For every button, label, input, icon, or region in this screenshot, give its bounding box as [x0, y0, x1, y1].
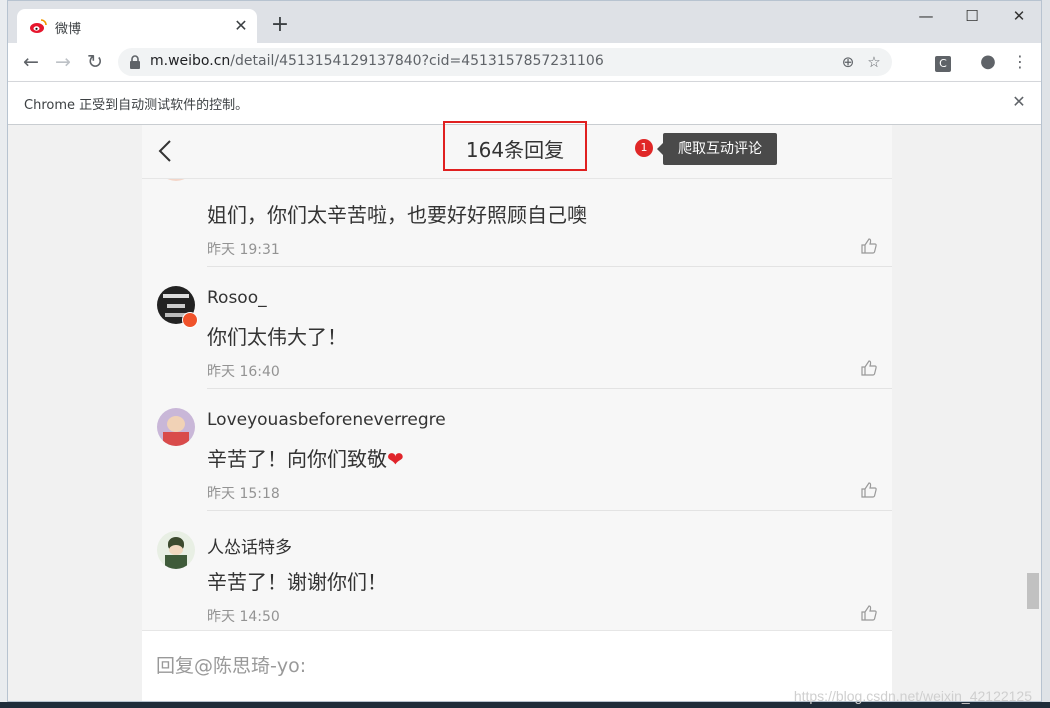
comment-text: 辛苦了！谢谢你们！ — [207, 570, 387, 594]
browser-window: 微博 ✕ + — ☐ ✕ ← → ↻ m.weibo.cn/detail/451… — [7, 0, 1042, 702]
infobar-close-icon[interactable]: ✕ — [1009, 92, 1029, 112]
url-host: m.weibo.cn — [150, 53, 231, 69]
comment-time: 昨天 16:40 — [207, 364, 280, 380]
comment-time: 昨天 15:18 — [207, 486, 280, 502]
url-text: m.weibo.cn/detail/4513154129137840?cid=4… — [150, 53, 604, 69]
like-thumb-icon[interactable] — [860, 604, 878, 622]
scrollbar[interactable] — [1024, 125, 1041, 701]
watermark-text: https://blog.csdn.net/weixin_42122125 — [793, 688, 1032, 704]
page-viewport: 164条回复 1 爬取互动评论 姐们，你们太辛苦啦，也要好好照顾自己噢 昨天 1… — [8, 121, 1041, 701]
tab-weibo[interactable]: 微博 ✕ — [17, 9, 257, 43]
like-thumb-icon[interactable] — [860, 237, 878, 255]
menu-dots-icon[interactable]: ⋮ — [1010, 52, 1030, 72]
reload-icon[interactable]: ↻ — [84, 51, 106, 73]
automation-infobar: Chrome 正受到自动测试软件的控制。 ✕ — [8, 82, 1041, 125]
page-title: 164条回复 — [465, 138, 565, 162]
tab-strip: 微博 ✕ + — ☐ ✕ — [8, 1, 1041, 43]
avatar[interactable] — [157, 408, 195, 446]
weibo-logo-icon — [30, 19, 47, 33]
list-item: Loveyouasbeforeneverregre 辛苦了！向你们致敬❤ 昨天 … — [142, 389, 892, 511]
back-arrow-icon[interactable]: ← — [20, 51, 42, 73]
maximize-button[interactable]: ☐ — [949, 5, 995, 27]
scroll-thumb[interactable] — [1027, 573, 1039, 609]
comment-text-body: 辛苦了！向你们致敬 — [207, 447, 387, 471]
comment-text: 你们太伟大了！ — [207, 325, 347, 349]
lock-icon — [130, 55, 140, 69]
infobar-message: Chrome 正受到自动测试软件的控制。 — [24, 98, 249, 113]
weibo-comment-page: 164条回复 1 爬取互动评论 姐们，你们太辛苦啦，也要好好照顾自己噢 昨天 1… — [142, 121, 892, 701]
reply-bar[interactable]: 回复@陈思琦-yo: — [142, 630, 892, 701]
like-thumb-icon[interactable] — [860, 481, 878, 499]
avatar[interactable] — [157, 179, 195, 181]
comment-time: 昨天 19:31 — [207, 242, 280, 258]
verified-badge-icon — [182, 312, 198, 328]
tab-title: 微博 — [55, 22, 82, 37]
profile-icon[interactable]: ● — [978, 52, 998, 72]
username[interactable]: 人怂话特多 — [207, 533, 292, 558]
annotation-tooltip: 爬取互动评论 — [657, 133, 777, 165]
reply-input[interactable]: 回复@陈思琦-yo: — [156, 651, 306, 678]
url-path: /detail/4513154129137840?cid=45131578572… — [230, 53, 604, 69]
page-header: 164条回复 1 爬取互动评论 — [142, 121, 892, 179]
tab-close-icon[interactable]: ✕ — [231, 16, 251, 36]
back-chevron-icon[interactable] — [156, 138, 174, 164]
new-tab-button[interactable]: + — [268, 13, 292, 37]
close-window-button[interactable]: ✕ — [996, 5, 1041, 27]
minimize-button[interactable]: — — [903, 5, 949, 27]
divider — [207, 510, 892, 511]
highlight-box: 164条回复 — [443, 121, 587, 171]
username[interactable]: Rosoo_ — [207, 288, 267, 308]
list-item: Rosoo_ 你们太伟大了！ 昨天 16:40 — [142, 267, 892, 389]
forward-arrow-icon[interactable]: → — [52, 51, 74, 73]
add-icon[interactable]: ⊕ — [838, 52, 858, 72]
heart-emoji-icon: ❤ — [387, 447, 404, 471]
bookmark-star-icon[interactable]: ☆ — [864, 52, 884, 72]
comment-text: 辛苦了！向你们致敬❤ — [207, 443, 404, 472]
comment-text: 姐们，你们太辛苦啦，也要好好照顾自己噢 — [207, 203, 587, 227]
list-item: 姐们，你们太辛苦啦，也要好好照顾自己噢 昨天 19:31 — [142, 179, 892, 267]
step-badge: 1 — [635, 139, 653, 157]
comment-time: 昨天 14:50 — [207, 609, 280, 625]
list-item: 人怂话特多 辛苦了！谢谢你们！ 昨天 14:50 — [142, 512, 892, 634]
address-bar[interactable]: m.weibo.cn/detail/4513154129137840?cid=4… — [118, 48, 892, 76]
extension-icon[interactable]: C — [933, 52, 953, 72]
like-thumb-icon[interactable] — [860, 359, 878, 377]
avatar[interactable] — [157, 531, 195, 569]
username[interactable]: Loveyouasbeforeneverregre — [207, 410, 446, 430]
comment-list: 姐们，你们太辛苦啦，也要好好照顾自己噢 昨天 19:31 Rosoo_ 你们太伟… — [142, 179, 892, 635]
browser-toolbar: ← → ↻ m.weibo.cn/detail/4513154129137840… — [8, 43, 1041, 82]
